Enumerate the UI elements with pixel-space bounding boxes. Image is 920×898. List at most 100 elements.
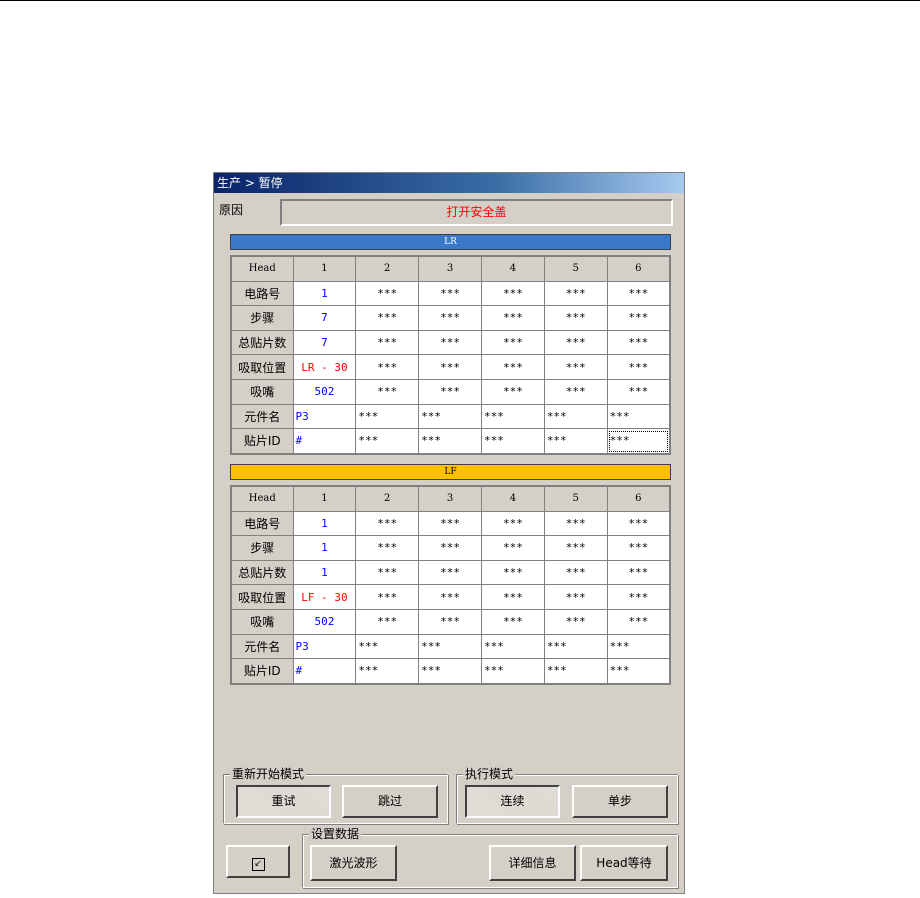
table-cell[interactable]: *** <box>480 354 545 380</box>
table-cell[interactable]: *** <box>543 584 608 610</box>
skip-button[interactable]: 跳过 <box>342 785 438 818</box>
table-cell[interactable]: *** <box>480 305 545 331</box>
table-cell[interactable]: 1 <box>292 280 357 307</box>
table-cell[interactable]: *** <box>606 510 671 537</box>
table-cell[interactable]: *** <box>418 403 482 430</box>
table-cell[interactable]: *** <box>606 633 671 660</box>
table-cell[interactable]: # <box>292 428 357 455</box>
table-cell[interactable]: *** <box>480 658 545 685</box>
table-cell[interactable]: 1 <box>292 510 357 537</box>
table-cell[interactable]: *** <box>543 280 608 307</box>
table-cell[interactable]: P3 <box>292 633 357 660</box>
lf-row-label: 步骤 <box>230 535 294 561</box>
table-cell[interactable]: *** <box>606 329 671 356</box>
table-cell[interactable]: *** <box>480 584 545 610</box>
table-cell[interactable]: *** <box>480 329 545 356</box>
table-cell[interactable]: 1 <box>292 559 357 586</box>
table-cell[interactable]: *** <box>355 403 420 430</box>
table-cell[interactable]: *** <box>606 378 671 405</box>
retry-button[interactable]: 重试 <box>236 785 331 818</box>
window-title: 生产 > 暂停 <box>214 173 684 193</box>
table-cell[interactable]: *** <box>355 608 420 635</box>
table-cell[interactable]: *** <box>418 559 482 586</box>
table-cell[interactable]: 7 <box>292 305 357 331</box>
table-cell[interactable]: 502 <box>292 378 357 405</box>
table-row: 元件名 P3 *** *** *** *** *** <box>230 633 671 660</box>
lf-column-header: 2 <box>355 485 420 512</box>
table-cell[interactable]: *** <box>606 535 671 561</box>
table-cell[interactable]: *** <box>543 608 608 635</box>
table-cell[interactable]: *** <box>355 305 420 331</box>
laser-waveform-button[interactable]: 激光波形 <box>310 845 397 881</box>
table-cell[interactable]: *** <box>355 280 420 307</box>
table-cell[interactable]: LF - 30 <box>292 584 357 610</box>
table-cell[interactable]: # <box>292 658 357 685</box>
lr-head-table: Head 1 2 3 4 5 6 电路号 1 *** *** *** *** *** 步骤 7 *** *** **… <box>230 255 671 455</box>
table-cell[interactable]: *** <box>543 633 608 660</box>
table-cell[interactable]: *** <box>418 329 482 356</box>
table-cell[interactable]: *** <box>418 280 482 307</box>
table-cell[interactable]: *** <box>543 535 608 561</box>
table-cell[interactable]: *** <box>480 633 545 660</box>
step-button[interactable]: 单步 <box>572 785 668 818</box>
table-cell[interactable]: *** <box>418 378 482 405</box>
lr-row-label: 吸嘴 <box>230 378 294 405</box>
table-cell[interactable]: *** <box>480 559 545 586</box>
table-cell[interactable]: *** <box>543 510 608 537</box>
continuous-button[interactable]: 连续 <box>465 785 560 818</box>
table-cell[interactable]: *** <box>355 378 420 405</box>
table-cell[interactable]: P3 <box>292 403 357 430</box>
table-cell[interactable]: *** <box>543 305 608 331</box>
table-cell[interactable]: *** <box>606 608 671 635</box>
table-cell[interactable]: *** <box>355 535 420 561</box>
table-cell[interactable]: *** <box>418 658 482 685</box>
table-cell[interactable]: *** <box>418 535 482 561</box>
table-cell[interactable]: *** <box>543 354 608 380</box>
table-cell[interactable]: *** <box>355 329 420 356</box>
table-cell[interactable]: *** <box>418 633 482 660</box>
table-cell[interactable]: *** <box>355 584 420 610</box>
table-cell[interactable]: *** <box>480 403 545 430</box>
table-cell[interactable]: *** <box>480 535 545 561</box>
table-cell[interactable]: 1 <box>292 535 357 561</box>
table-cell[interactable]: *** <box>543 378 608 405</box>
table-cell[interactable]: 502 <box>292 608 357 635</box>
table-cell[interactable]: *** <box>606 584 671 610</box>
table-cell[interactable]: *** <box>543 559 608 586</box>
table-row: 电路号 1 *** *** *** *** *** <box>230 510 671 537</box>
head-wait-button[interactable]: Head等待 <box>580 845 668 881</box>
table-cell[interactable]: *** <box>480 510 545 537</box>
table-cell[interactable]: *** <box>480 608 545 635</box>
details-button[interactable]: 详细信息 <box>489 845 576 881</box>
table-cell[interactable]: *** <box>606 305 671 331</box>
table-cell[interactable]: *** <box>606 354 671 380</box>
table-cell[interactable]: *** <box>480 280 545 307</box>
table-cell[interactable]: *** <box>355 510 420 537</box>
table-cell[interactable]: 7 <box>292 329 357 356</box>
table-cell[interactable]: *** <box>355 658 420 685</box>
table-cell[interactable]: *** <box>418 428 482 455</box>
table-cell[interactable]: *** <box>606 428 671 455</box>
table-cell[interactable]: *** <box>480 378 545 405</box>
table-cell[interactable]: *** <box>543 403 608 430</box>
table-cell[interactable]: *** <box>543 329 608 356</box>
table-cell[interactable]: *** <box>418 584 482 610</box>
table-cell[interactable]: *** <box>606 559 671 586</box>
table-cell[interactable]: *** <box>418 608 482 635</box>
table-cell[interactable]: *** <box>418 510 482 537</box>
table-cell[interactable]: *** <box>355 633 420 660</box>
table-cell[interactable]: *** <box>418 354 482 380</box>
table-cell[interactable]: *** <box>480 428 545 455</box>
table-cell[interactable]: *** <box>606 280 671 307</box>
table-cell[interactable]: *** <box>606 658 671 685</box>
table-cell[interactable]: LR - 30 <box>292 354 357 380</box>
table-cell[interactable]: *** <box>543 428 608 455</box>
table-cell[interactable]: *** <box>355 428 420 455</box>
table-cell[interactable]: *** <box>606 403 671 430</box>
table-cell[interactable]: *** <box>355 559 420 586</box>
table-cell[interactable]: *** <box>418 305 482 331</box>
table-cell[interactable]: *** <box>543 658 608 685</box>
table-cell[interactable]: *** <box>355 354 420 380</box>
view-toggle-button[interactable]: ↙ <box>226 845 290 878</box>
lf-row-label: 吸取位置 <box>230 584 294 610</box>
